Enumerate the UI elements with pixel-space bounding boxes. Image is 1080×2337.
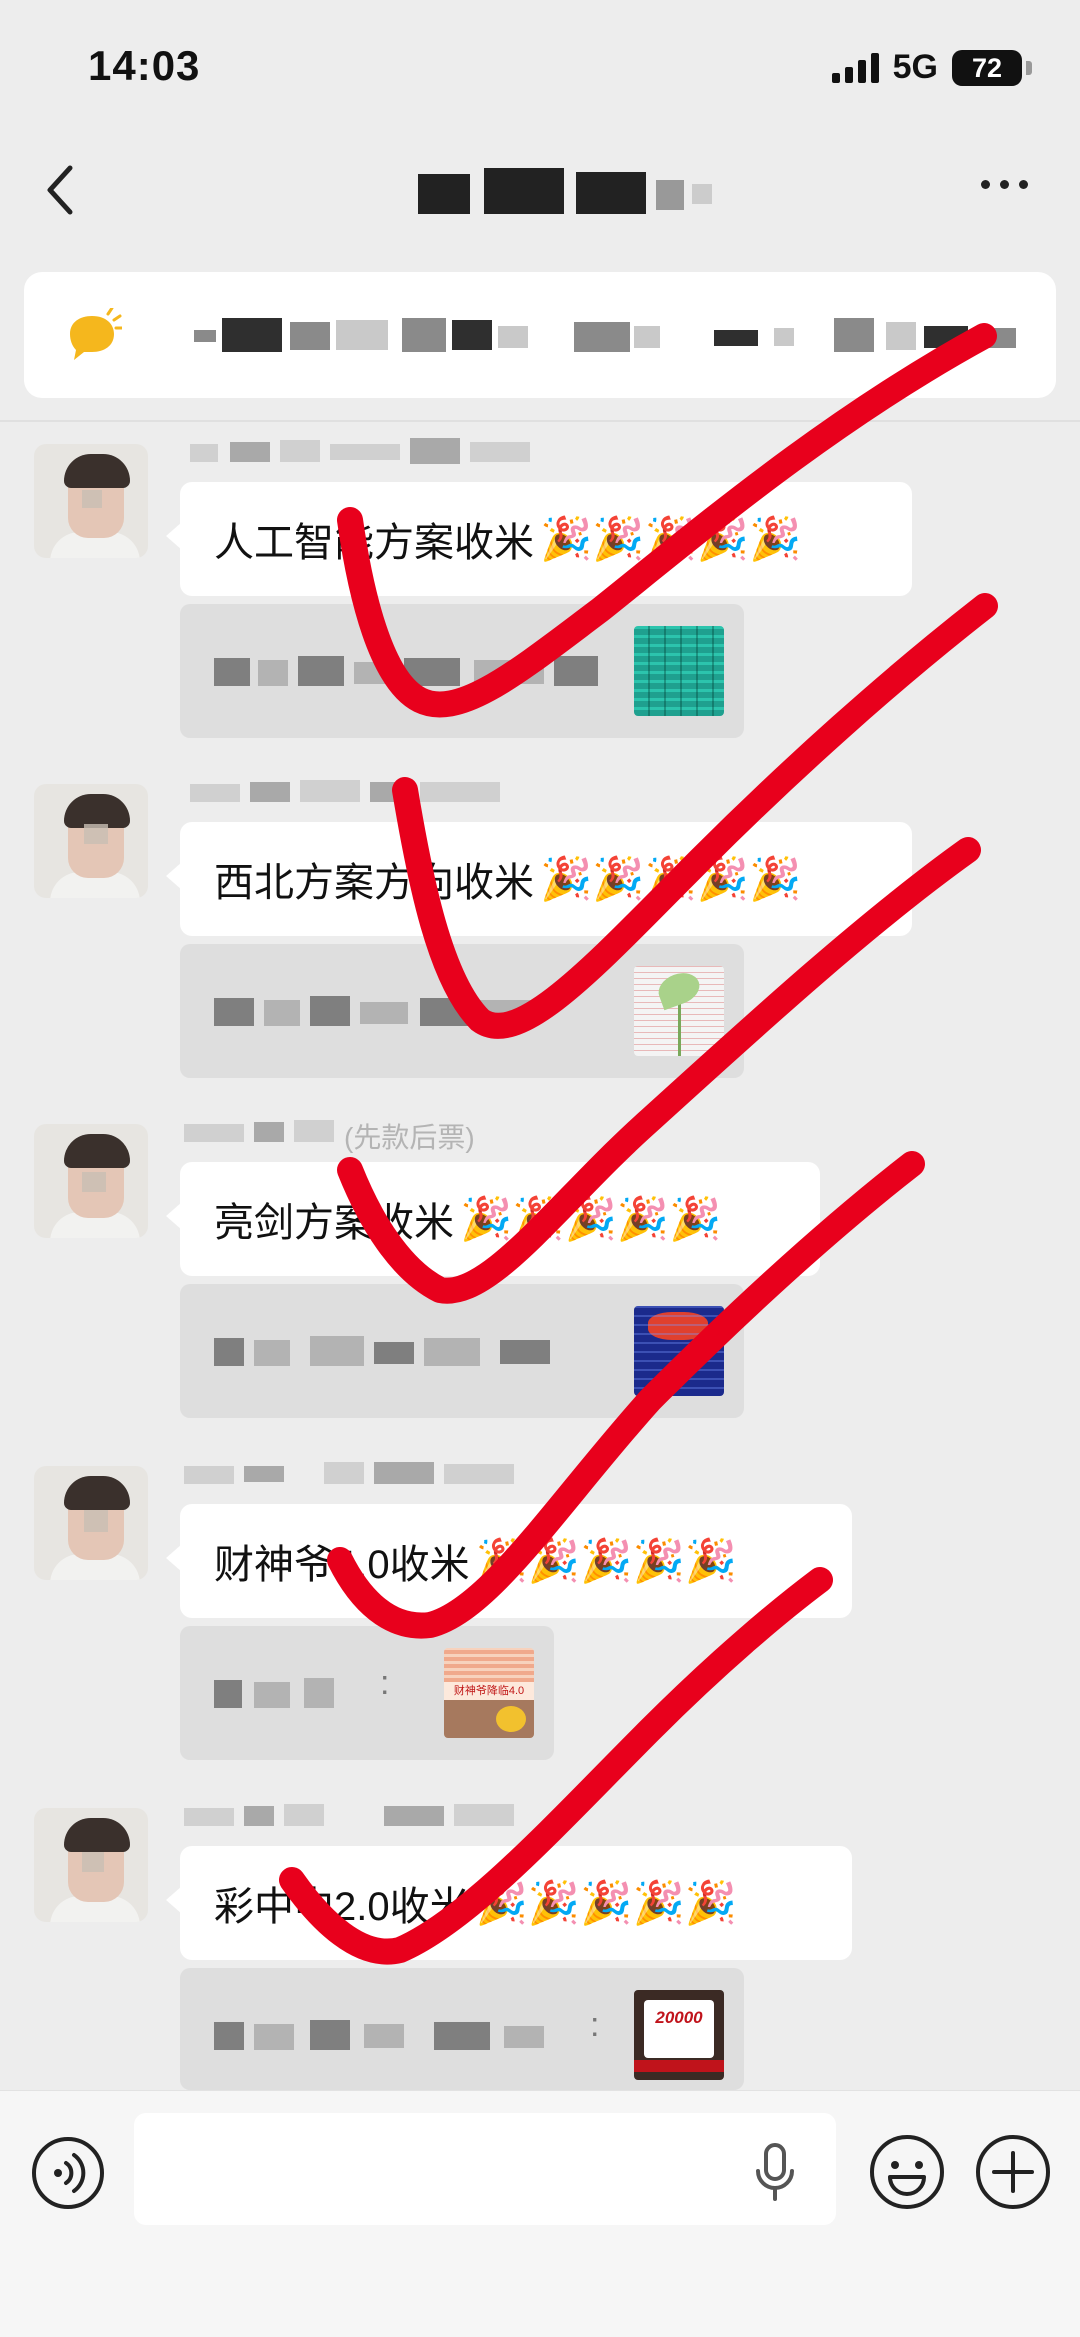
quoted-image-thumbnail[interactable] [634,626,724,716]
speech-bubble-icon [70,308,122,360]
sender-name-suffix: (先款后票) [344,1122,475,1153]
message-bubble[interactable]: 彩中中2.0收米 🎉🎉🎉🎉🎉 [166,1846,852,1960]
quoted-image-thumbnail[interactable] [634,1306,724,1396]
avatar[interactable] [34,784,148,898]
sender-name-obscured [190,776,510,806]
message-bubble[interactable]: 人工智能方案收米 🎉🎉🎉🎉🎉 [166,482,912,596]
message-text: 西北方案方向收米 [214,861,534,905]
sender-name-obscured [184,1800,524,1830]
chat-title-obscured [410,168,730,216]
microphone-icon[interactable] [752,2141,798,2203]
divider [0,420,1080,422]
quoted-message[interactable] [180,944,744,1078]
network-type: 5G [892,48,938,86]
quote-colon: : [380,1664,390,1702]
quoted-image-thumbnail[interactable]: 财神爷降临4.0 [444,1648,534,1738]
signal-icon [831,52,879,83]
avatar[interactable] [34,1466,148,1580]
sender-name-obscured: (先款后票) [184,1116,544,1153]
message-text: 人工智能方案收米 [214,521,534,565]
message-input[interactable] [134,2113,836,2225]
smiley-icon[interactable] [868,2133,946,2211]
party-popper-emojis: 🎉🎉🎉🎉🎉 [540,514,802,562]
voice-wave-icon[interactable] [30,2135,106,2211]
thumbnail-caption: 20000 [655,2008,703,2027]
quoted-image-thumbnail[interactable]: 20000 [634,1990,724,2080]
thumbnail-caption: 财神爷降临4.0 [444,1682,534,1700]
quoted-message[interactable] [180,604,744,738]
quoted-image-thumbnail[interactable] [634,966,724,1056]
message-bubble[interactable]: 亮剑方案收米 🎉🎉🎉🎉🎉 [166,1162,820,1276]
status-indicators: 5G 72 [831,48,1032,87]
plus-circle-icon[interactable] [974,2133,1052,2211]
status-bar: 14:03 5G 72 [0,0,1080,130]
sender-name-obscured [184,1458,524,1488]
announcement-text-obscured [194,316,1024,356]
status-time: 14:03 [88,42,201,89]
avatar[interactable] [34,1124,148,1238]
message-text: 亮剑方案收米 [214,1201,454,1245]
sender-name-obscured [190,436,530,466]
avatar[interactable] [34,444,148,558]
chat-input-bar [0,2090,1080,2337]
party-popper-emojis: 🎉🎉🎉🎉🎉 [460,1194,722,1242]
chevron-left-icon[interactable] [40,162,90,218]
message-bubble[interactable]: 西北方案方向收米 🎉🎉🎉🎉🎉 [166,822,912,936]
party-popper-emojis: 🎉🎉🎉🎉🎉 [540,854,802,902]
battery-icon: 72 [952,49,1022,86]
message-text: 财神爷4.0收米 [214,1543,470,1587]
nav-bar [0,130,1080,250]
quote-colon: : [590,2006,600,2044]
message-text: 彩中中2.0收米 [214,1885,470,1929]
quoted-message[interactable]: : 财神爷降临4.0 [180,1626,554,1760]
party-popper-emojis: 🎉🎉🎉🎉🎉 [475,1878,738,1926]
party-popper-emojis: 🎉🎉🎉🎉🎉 [475,1536,738,1584]
quoted-message[interactable] [180,1284,744,1418]
message-bubble[interactable]: 财神爷4.0收米 🎉🎉🎉🎉🎉 [166,1504,852,1618]
more-horizontal-icon[interactable] [981,180,1028,189]
battery-cap [1026,60,1032,75]
avatar[interactable] [34,1808,148,1922]
quoted-message[interactable]: : 20000 [180,1968,744,2090]
group-announcement[interactable] [24,272,1056,398]
